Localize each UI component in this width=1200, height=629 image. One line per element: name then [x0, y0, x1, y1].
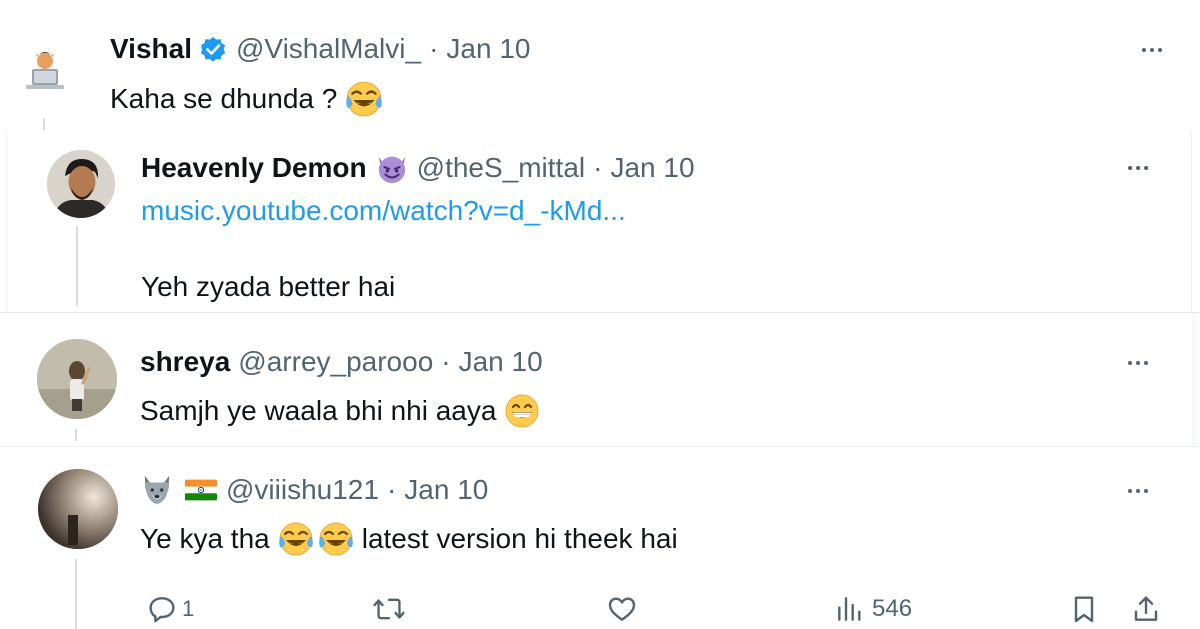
- avatar[interactable]: [20, 42, 70, 92]
- reply-icon: [149, 597, 175, 623]
- avatar[interactable]: [38, 469, 118, 549]
- tweet-header: @viiishu121 · Jan 10: [140, 473, 488, 507]
- avatar[interactable]: [47, 150, 115, 218]
- tweet-header: Heavenly Demon @theS_mittal · Jan 10: [141, 151, 695, 185]
- repost-icon: [373, 598, 405, 620]
- youtube-link[interactable]: music.youtube.com/watch?v=d_-kMd...: [141, 194, 626, 228]
- timestamp[interactable]: Jan 10: [404, 473, 488, 507]
- share-button[interactable]: [1130, 593, 1162, 625]
- tweet-text-end: latest version hi theek hai: [361, 523, 678, 554]
- handle[interactable]: @arrey_parooo: [238, 345, 433, 379]
- more-options-icon[interactable]: [1118, 158, 1158, 178]
- smiling-face-with-horns-icon: [375, 151, 409, 185]
- wolf-face-icon: [140, 473, 174, 507]
- display-name[interactable]: Vishal: [110, 32, 192, 66]
- timestamp[interactable]: Jan 10: [459, 345, 543, 379]
- views-count: 546: [872, 595, 913, 622]
- thread-line: [76, 226, 78, 306]
- timestamp[interactable]: Jan 10: [446, 32, 530, 66]
- handle[interactable]: @theS_mittal: [417, 151, 586, 185]
- separator: ·: [593, 152, 603, 183]
- tweet-vishal[interactable]: Vishal @VishalMalvi_ · Jan 10 Kaha se dh…: [0, 0, 1200, 138]
- tweet-text: Kaha se dhunda ?: [110, 83, 338, 114]
- tweet-text-container: Samjh ye waala bhi nhi aaya: [140, 393, 540, 429]
- reply-count: 1: [182, 596, 195, 621]
- separator: ·: [386, 474, 397, 505]
- more-options-icon[interactable]: [1118, 481, 1158, 501]
- avatar[interactable]: [37, 339, 117, 419]
- tweet-heavenly-demon[interactable]: Heavenly Demon @theS_mittal · Jan 10 mus…: [6, 130, 1192, 313]
- tweet-header: Vishal @VishalMalvi_ · Jan 10: [110, 32, 530, 66]
- tweet-viiishu[interactable]: @viiishu121 · Jan 10 Ye kya tha latest v…: [0, 446, 1200, 629]
- reply-button[interactable]: 1: [146, 593, 194, 625]
- face-with-tears-of-joy-icon: [318, 521, 354, 557]
- tweet-text-start: Ye kya tha: [140, 523, 270, 554]
- thread-line: [75, 559, 77, 629]
- handle[interactable]: @viiishu121: [226, 473, 379, 507]
- verified-badge-icon: [200, 37, 226, 62]
- tweet-text: Yeh zyada better hai: [141, 271, 396, 302]
- separator: ·: [441, 346, 451, 377]
- more-options-icon[interactable]: [1118, 353, 1158, 373]
- repost-button[interactable]: [372, 593, 406, 625]
- thread-line: [75, 429, 77, 441]
- tweet-text: Samjh ye waala bhi nhi aaya: [140, 395, 497, 426]
- more-options-icon[interactable]: [1132, 40, 1172, 60]
- handle[interactable]: @VishalMalvi_: [236, 32, 421, 66]
- divider: [1193, 313, 1200, 446]
- grinning-face-with-smiling-eyes-icon: [504, 393, 540, 429]
- tweet-text-container: Ye kya tha latest version hi theek hai: [140, 521, 678, 557]
- bookmark-icon: [1074, 596, 1094, 623]
- views-button[interactable]: 546: [834, 593, 912, 625]
- tweet-text-container: Kaha se dhunda ?: [110, 80, 383, 118]
- heart-icon: [608, 597, 636, 621]
- timestamp[interactable]: Jan 10: [610, 151, 694, 185]
- like-button[interactable]: [606, 593, 638, 625]
- display-name[interactable]: shreya: [140, 345, 230, 379]
- bookmark-button[interactable]: [1068, 593, 1100, 625]
- views-chart-icon: [838, 597, 861, 621]
- display-name[interactable]: Heavenly Demon: [141, 151, 367, 185]
- separator: ·: [429, 33, 439, 64]
- tweet-shreya[interactable]: shreya @arrey_parooo · Jan 10 Samjh ye w…: [0, 312, 1200, 446]
- face-with-tears-of-joy-icon: [345, 80, 383, 118]
- flag-india-icon: [184, 473, 218, 507]
- face-with-tears-of-joy-icon: [278, 521, 314, 557]
- share-icon: [1134, 596, 1158, 621]
- tweet-header: shreya @arrey_parooo · Jan 10: [140, 345, 543, 379]
